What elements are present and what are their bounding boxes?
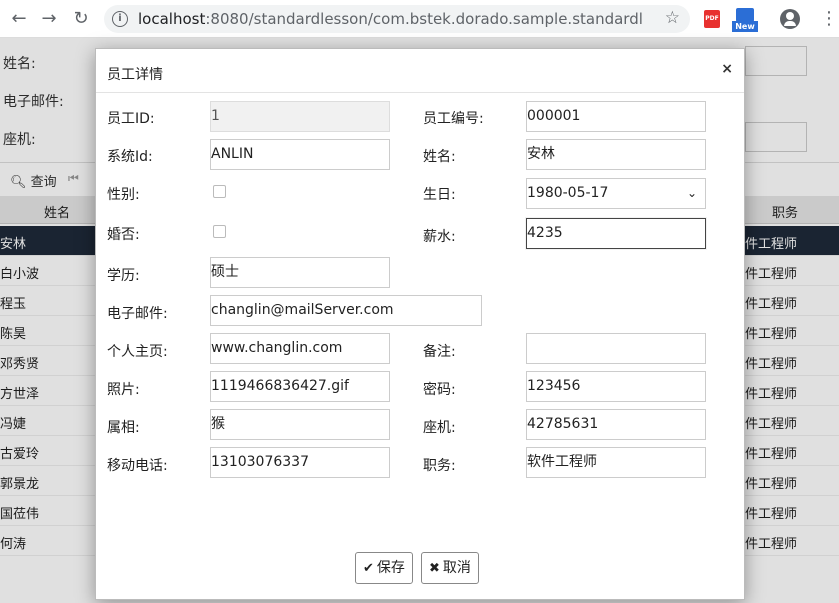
label-position: 职务: (423, 458, 456, 474)
photo-field[interactable]: 1119466836427.gif (210, 371, 390, 402)
label-zodiac: 属相: (107, 420, 140, 436)
label-password: 密码: (423, 382, 456, 398)
kebab-menu-icon[interactable]: ⋮ (820, 8, 838, 30)
browser-toolbar: ← → ↻ i localhost:8080/standardlesson/co… (0, 0, 839, 38)
married-checkbox[interactable] (213, 225, 226, 238)
title-divider (96, 92, 744, 93)
label-email: 电子邮件: (107, 306, 168, 322)
label-remark: 备注: (423, 344, 456, 360)
save-button[interactable]: ✔ 保存 (355, 552, 413, 584)
homepage-field[interactable]: www.changlin.com (210, 333, 390, 364)
label-married: 婚否: (107, 227, 140, 243)
label-system-id: 系统Id: (107, 149, 153, 165)
phone-field[interactable]: 42785631 (526, 409, 706, 440)
password-field[interactable]: 123456 (526, 371, 706, 402)
mobile-field[interactable]: 13103076337 (210, 447, 390, 478)
dialog-title: 员工详情 (107, 67, 163, 83)
label-degree: 学历: (107, 268, 140, 284)
pdf-extension-icon[interactable]: PDF (704, 10, 720, 28)
remark-field[interactable] (526, 333, 706, 364)
close-icon[interactable]: × (721, 61, 733, 77)
cancel-button[interactable]: ✖ 取消 (421, 552, 479, 584)
check-icon: ✔ (363, 561, 374, 576)
close-x-icon: ✖ (429, 561, 440, 576)
sex-checkbox[interactable] (213, 185, 226, 198)
label-name: 姓名: (423, 149, 456, 165)
label-homepage: 个人主页: (107, 344, 168, 360)
label-photo: 照片: (107, 382, 140, 398)
address-bar[interactable]: i localhost:8080/standardlesson/com.bste… (104, 5, 690, 33)
degree-field[interactable]: 硕士 (210, 257, 390, 288)
extension-new-label: New (732, 21, 758, 32)
new-extension-icon[interactable]: New (732, 8, 758, 32)
label-birthday: 生日: (423, 187, 456, 203)
salary-field[interactable]: 4235 (526, 218, 706, 249)
label-salary: 薪水: (423, 229, 456, 245)
url-text[interactable]: localhost:8080/standardlesson/com.bstek.… (138, 10, 643, 28)
email-field[interactable]: changlin@mailServer.com (210, 295, 482, 326)
profile-icon[interactable] (780, 9, 800, 29)
forward-icon[interactable]: → (38, 8, 60, 30)
birthday-dropdown[interactable]: 1980-05-17 ⌄ (526, 178, 706, 209)
url-host: localhost (138, 10, 206, 28)
bookmark-star-icon[interactable]: ☆ (665, 8, 680, 28)
cancel-label: 取消 (442, 560, 471, 576)
position-field[interactable]: 软件工程师 (526, 447, 706, 478)
birthday-value: 1980-05-17 (527, 185, 609, 201)
save-label: 保存 (376, 560, 405, 576)
back-icon[interactable]: ← (8, 8, 30, 30)
label-employee-id: 员工ID: (107, 111, 155, 127)
system-id-field[interactable]: ANLIN (210, 139, 390, 170)
name-field[interactable]: 安林 (526, 139, 706, 170)
employee-code-field[interactable]: 000001 (526, 101, 706, 132)
url-path: :8080/standardlesson/com.bstek.dorado.sa… (205, 10, 643, 28)
extension-box (736, 8, 754, 22)
label-phone: 座机: (423, 420, 456, 436)
zodiac-field[interactable]: 猴 (210, 409, 390, 440)
employee-id-field: 1 (210, 101, 390, 132)
label-sex: 性别: (107, 187, 140, 203)
label-employee-code: 员工编号: (423, 111, 484, 127)
site-info-icon[interactable]: i (112, 11, 128, 27)
employee-detail-dialog: 员工详情 × 员工ID: 1 员工编号: 000001 系统Id: ANLIN … (95, 48, 745, 600)
chevron-down-icon: ⌄ (686, 186, 697, 200)
reload-icon[interactable]: ↻ (70, 8, 92, 30)
label-mobile: 移动电话: (107, 458, 168, 474)
